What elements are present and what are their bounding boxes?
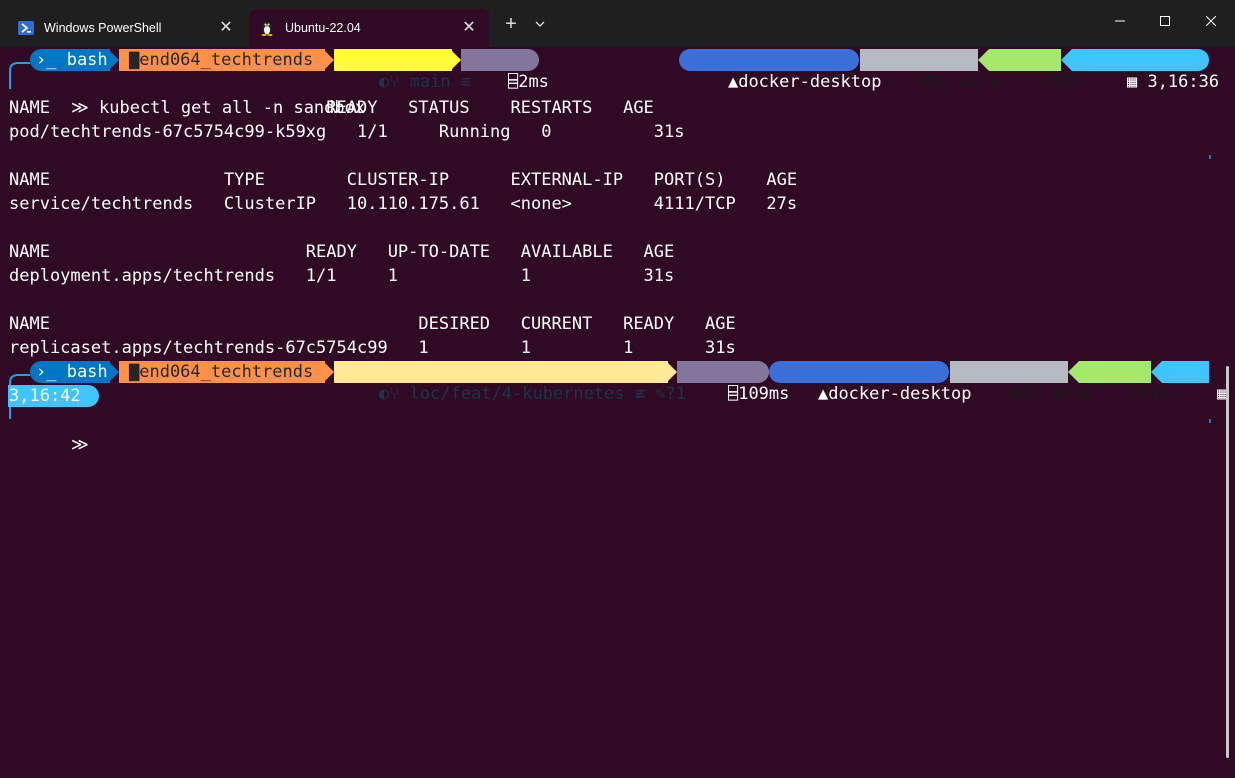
plug-icon: ⚡ (1127, 384, 1139, 404)
segment-separator (108, 361, 119, 383)
linux-tux-icon (259, 20, 275, 36)
close-window-button[interactable] (1188, 0, 1234, 42)
prompt-battery-segment: ⚡44% (1079, 361, 1169, 404)
output-line: service/techtrends ClusterIP 10.110.175.… (9, 194, 798, 214)
git-branch-icon: ⑂ (389, 72, 400, 92)
prompt-time-segment: ▦ 3,16:36 (1072, 49, 1219, 92)
prompt-wsl-segment: WSL at ✪ (860, 49, 1001, 92)
output-line: NAME READY UP-TO-DATE AVAILABLE AGE (9, 242, 675, 262)
output-line: NAME TYPE CLUSTER-IP EXTERNAL-IP PORT(S)… (9, 170, 798, 190)
tab-label: Windows PowerShell (44, 21, 162, 35)
output-line: deployment.apps/techtrends 1/1 1 1 31s (9, 266, 675, 286)
prompt-git-segment: ◐⑂ loc/feat/4-kubernetes ≢ ✎?1 (334, 361, 686, 404)
prompt-path-segment: ▇end064_techtrends (119, 361, 325, 383)
segment-separator (1151, 361, 1162, 383)
prompt-shell-segment: ›_ bash (30, 361, 110, 383)
segment-separator (1068, 361, 1079, 383)
segment-separator (978, 49, 989, 71)
github-icon: ◐ (378, 384, 390, 404)
prompt-chevron-icon: ≫ (70, 435, 89, 455)
terminal-area[interactable]: ›_ bash ▇end064_techtrends ◐⑂ main ≡ ⌸2m… (0, 47, 1235, 778)
close-tab-icon[interactable]: ✕ (218, 20, 234, 36)
close-icon (1206, 16, 1216, 26)
minimize-button[interactable] (1097, 0, 1143, 42)
prompt-exec-segment: ⌸2ms (461, 49, 549, 92)
powershell-icon (18, 20, 34, 36)
terminal-icon: ⌸ (507, 72, 519, 92)
prompt-wsl-segment: WSL at ✪ (950, 361, 1091, 404)
time-label: 3,16:36 (1137, 72, 1220, 92)
title-bar: Windows PowerShell ✕ Ubuntu-22.04 ✕ + (0, 0, 1235, 47)
git-branch-icon: ⑂ (389, 384, 400, 404)
prompt-docker-segment: ▲docker-desktop (769, 361, 972, 404)
tab-label: Ubuntu-22.04 (285, 21, 361, 35)
tab-windows-powershell[interactable]: Windows PowerShell ✕ (8, 9, 246, 47)
prompt-battery-segment: ⚡38% (989, 49, 1079, 92)
output-line: replicaset.apps/techtrends-67c5754c99 1 … (9, 338, 736, 358)
docker-context: docker-desktop (738, 72, 882, 92)
docker-context: docker-desktop (828, 384, 972, 404)
prompt-docker-segment: ▲docker-desktop (679, 49, 882, 92)
git-branch-label: main ≡ (399, 72, 472, 92)
maximize-button[interactable] (1142, 0, 1188, 42)
command-line[interactable]: ≫ (30, 409, 89, 455)
terminal-icon: ⌸ (727, 384, 739, 404)
segment-separator (450, 49, 461, 71)
new-tab-button[interactable]: + (497, 9, 525, 39)
scroll-mark (1209, 419, 1211, 423)
prompt-exec-segment: ⌸109ms (677, 361, 789, 404)
scrollbar[interactable] (1226, 366, 1229, 758)
prompt-shell-segment: ›_ bash (30, 49, 110, 71)
segment-separator (1061, 49, 1072, 71)
segment-separator (323, 361, 334, 383)
battery-level: 38% (1048, 72, 1079, 92)
battery-level: 44% (1138, 384, 1169, 404)
close-tab-icon[interactable]: ✕ (461, 20, 477, 36)
prompt-path-segment: ▇end064_techtrends (119, 49, 325, 71)
minimize-icon (1115, 20, 1125, 22)
scroll-mark (1209, 155, 1211, 159)
github-icon: ◐ (378, 72, 390, 92)
exec-time: 2ms (518, 72, 549, 92)
prompt-connector (9, 62, 30, 89)
tab-ubuntu[interactable]: Ubuntu-22.04 ✕ (249, 9, 489, 47)
git-branch-label: loc/feat/4-kubernetes ≢ ✎?1 (399, 384, 686, 404)
command-line: ≫ kubectl get all -n sandbox (30, 72, 365, 118)
output-line: pod/techtrends-67c5754c99-k59xg 1/1 Runn… (9, 122, 685, 142)
output-line: NAME DESIRED CURRENT READY AGE (9, 314, 736, 334)
maximize-icon (1160, 16, 1170, 26)
segment-separator (108, 49, 119, 71)
docker-icon: ▲ (817, 384, 829, 404)
wsl-label: WSL at (1008, 384, 1081, 404)
plug-icon: ⚡ (1037, 72, 1049, 92)
wsl-label: WSL at (918, 72, 991, 92)
prompt-git-segment: ◐⑂ main ≡ (334, 49, 471, 92)
segment-separator (323, 49, 334, 71)
prompt-time-wrapped: 3,16:42 (8, 385, 99, 407)
docker-icon: ▲ (727, 72, 739, 92)
output-line: NAME READY STATUS RESTARTS AGE (9, 98, 654, 118)
tab-dropdown-button[interactable] (528, 9, 552, 39)
calendar-icon: ▦ (1126, 72, 1138, 92)
chevron-down-icon (535, 21, 545, 27)
segment-separator (666, 361, 677, 383)
prompt-time-segment: ▦ (1162, 361, 1227, 404)
